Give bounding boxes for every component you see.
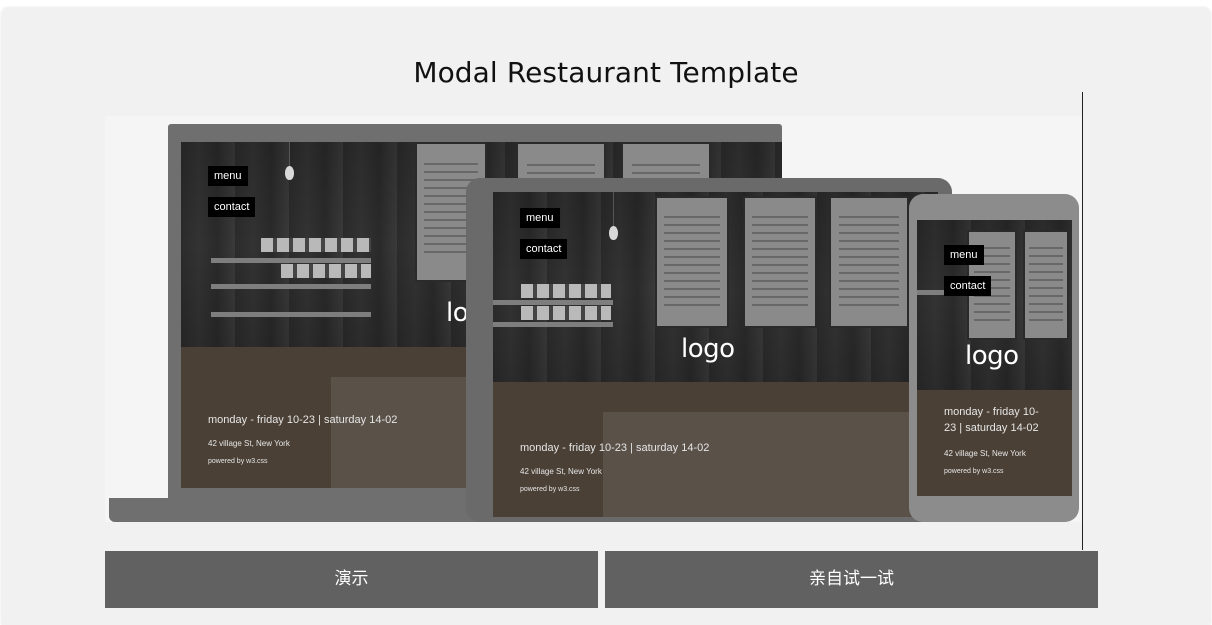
address-text: 42 village St, New York (208, 439, 290, 448)
try-it-yourself-button[interactable]: 亲自试一试 (605, 551, 1098, 608)
opening-hours-line-1: monday - friday 10- (944, 406, 1039, 418)
nav-contact-button[interactable]: contact (944, 276, 992, 296)
page-title: Modal Restaurant Template (413, 56, 799, 89)
powered-by-text: powered by w3.css (208, 458, 268, 465)
logo-text: logo (681, 334, 735, 364)
nav-menu-button[interactable]: menu (208, 166, 248, 186)
address-text: 42 village St, New York (520, 467, 602, 476)
opening-hours: monday - friday 10-23 | saturday 14-02 (208, 414, 398, 426)
logo-text: logo (965, 341, 1019, 371)
menu-board (743, 196, 817, 328)
opening-hours: monday - friday 10-23 | saturday 14-02 (520, 442, 710, 454)
phone-screen: menu contact logo monday - friday 10- 23… (917, 220, 1072, 496)
tablet-screen: menu contact logo monday - friday 10-23 … (493, 192, 938, 517)
menu-board (655, 196, 729, 328)
demo-button[interactable]: 演示 (105, 551, 598, 608)
powered-by-text: powered by w3.css (520, 486, 580, 493)
nav-menu-button[interactable]: menu (944, 245, 984, 265)
powered-by-text: powered by w3.css (944, 468, 1004, 475)
nav-contact-button[interactable]: contact (208, 197, 256, 217)
opening-hours-line-2: 23 | saturday 14-02 (944, 422, 1039, 434)
address-text: 42 village St, New York (944, 449, 1026, 458)
menu-board (829, 196, 909, 328)
nav-contact-button[interactable]: contact (520, 239, 568, 259)
menu-board (1023, 230, 1069, 340)
nav-menu-button[interactable]: menu (520, 208, 560, 228)
divider-line (1082, 92, 1083, 550)
